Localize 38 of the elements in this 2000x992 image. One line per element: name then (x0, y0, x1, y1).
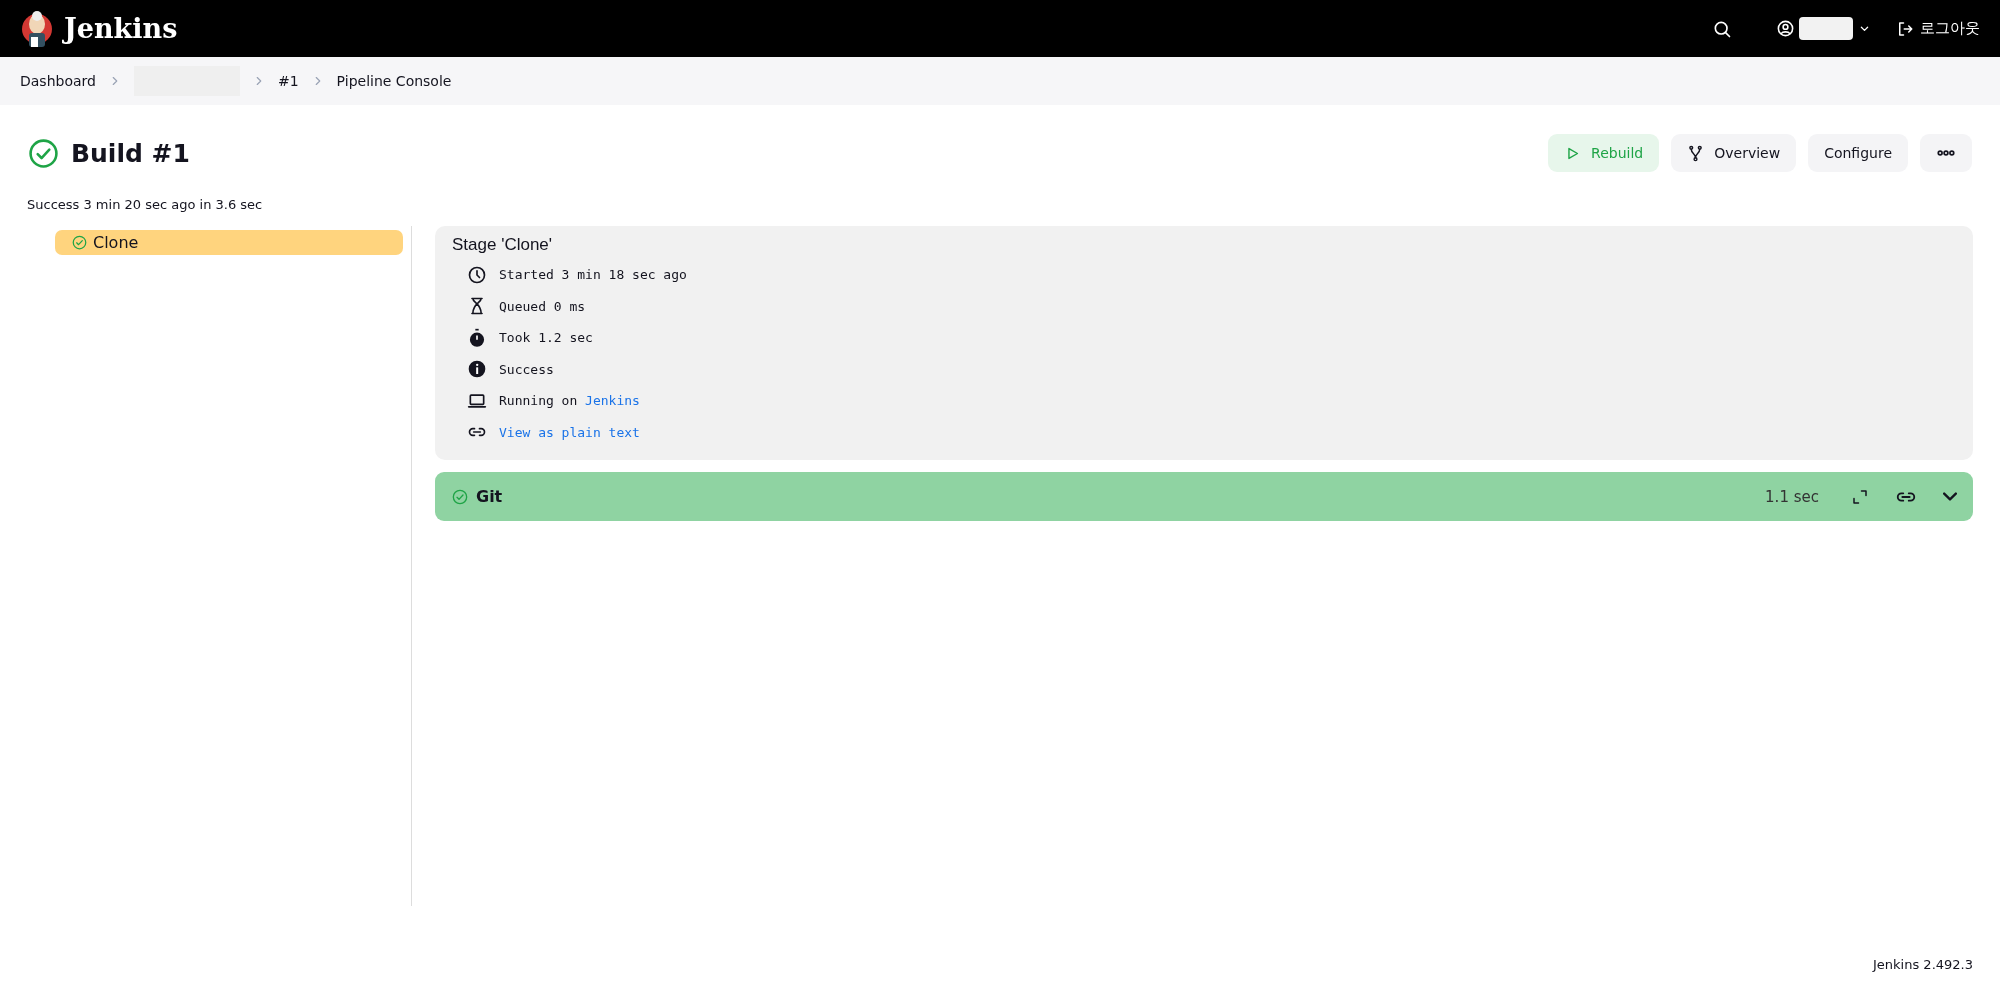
user-icon (1776, 19, 1795, 38)
brand-name[interactable]: Jenkins (64, 13, 178, 44)
logout-button[interactable]: 로그아웃 (1896, 19, 1980, 38)
chevron-down-icon (1943, 492, 1957, 501)
detail-text: Success (499, 361, 554, 377)
detail-text: Queued 0 ms (499, 298, 586, 314)
expand-icon (1851, 487, 1869, 506)
detail-text: Running on Jenkins (499, 393, 640, 409)
build-summary: Success 3 min 20 sec ago in 3.6 sec (26, 196, 264, 212)
detail-text: Took 1.2 sec (499, 330, 593, 346)
configure-button[interactable]: Configure (1808, 134, 1908, 172)
step-header[interactable]: Git 1.1 sec (435, 472, 1973, 521)
stopwatch-icon (467, 327, 487, 348)
butler-logo[interactable] (20, 8, 54, 49)
stage-item[interactable]: Clone (55, 230, 403, 255)
detail-text: Started 3 min 18 sec ago (499, 267, 687, 283)
step-duration: 1.1 sec (1765, 487, 1819, 506)
version-label: Jenkins 2.492.3 (1873, 957, 1973, 972)
breadcrumb-link[interactable]: Pipeline Console (336, 73, 452, 89)
stage-title: Stage 'Clone' (452, 235, 554, 255)
clock-icon (467, 264, 487, 285)
logout-icon (1896, 19, 1914, 38)
expand-view-button[interactable] (1851, 487, 1869, 506)
redacted-block (1799, 17, 1853, 40)
step-name: Git (476, 487, 503, 506)
agent-link[interactable]: Jenkins (585, 393, 640, 409)
branch-icon (1687, 144, 1705, 162)
breadcrumb-link[interactable]: #1 (277, 73, 299, 89)
status-check-icon (28, 137, 59, 169)
collapse-toggle[interactable] (1943, 492, 1957, 501)
breadcrumb-link[interactable]: Dashboard (20, 73, 96, 89)
overview-button[interactable]: Overview (1671, 134, 1797, 172)
status-check-icon (452, 488, 468, 505)
status-check-icon (72, 235, 87, 250)
info-icon (467, 359, 487, 380)
build-title: Build #1 (71, 138, 190, 168)
more-button[interactable] (1920, 134, 1972, 172)
plain-text-link[interactable]: View as plain text (499, 424, 640, 440)
